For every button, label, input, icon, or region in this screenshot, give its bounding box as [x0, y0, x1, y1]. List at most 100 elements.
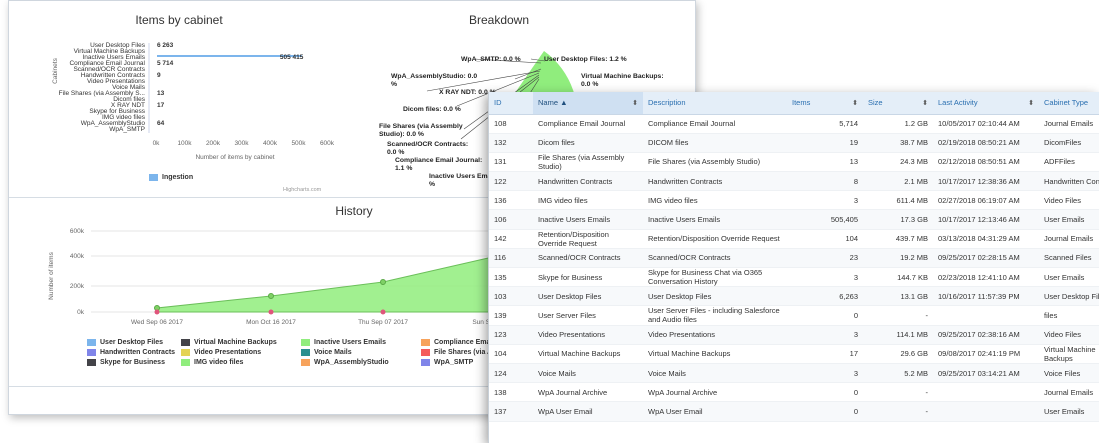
sort-icon[interactable]: ⬍: [632, 99, 638, 107]
highcharts-credit[interactable]: Highcharts.com: [283, 187, 321, 193]
legend-swatch: [87, 349, 96, 356]
column-header-size[interactable]: Size ⬍: [863, 92, 933, 115]
pie-label-compliance-email-journal: Compliance Email Journal:: [395, 157, 482, 164]
history-legend-item[interactable]: Skype for Business: [87, 359, 165, 366]
sort-icon[interactable]: ⬍: [1028, 99, 1034, 107]
table-row[interactable]: 132 Dicom files DICOM files 19 38.7 MB 02/19/…: [489, 133, 1099, 153]
column-header-cabinet-type[interactable]: Cabinet Type: [1039, 92, 1099, 115]
legend-swatch: [301, 339, 310, 346]
cell-description: Video Presentations: [643, 325, 787, 345]
cell-cabinet-type: Video Files: [1039, 190, 1099, 211]
table-row[interactable]: 103 User Desktop Files User Desktop Files 6…: [489, 286, 1099, 307]
table-row[interactable]: 137 WpA User Email WpA User Email 0- User Em…: [489, 401, 1099, 422]
history-baseline-point[interactable]: [268, 309, 274, 315]
cell-items: 19: [787, 133, 863, 153]
cell-name: Skype for Business: [533, 267, 643, 288]
cell-name: Dicom files: [533, 133, 643, 153]
column-header-description[interactable]: Description: [643, 92, 787, 115]
table-row[interactable]: 136 IMG video files IMG video files 3 611.4 …: [489, 190, 1099, 211]
table-row[interactable]: 108 Compliance Email Journal Compliance Em…: [489, 114, 1099, 134]
history-data-point[interactable]: [380, 279, 386, 285]
cell-last-activity: 09/25/2017 02:28:15 AM: [933, 248, 1039, 269]
cabinet-legend-ingestion[interactable]: Ingestion: [149, 174, 193, 181]
table-row[interactable]: 138 WpA Journal Archive WpA Journal Archiv…: [489, 382, 1099, 403]
cabinet-bar-chart: Cabinets User Desktop FilesVirtual Machi…: [52, 42, 335, 161]
cell-name: Inactive Users Emails: [533, 209, 643, 230]
cell-items: 0: [787, 382, 863, 403]
history-legend-item[interactable]: Handwritten Contracts: [87, 349, 175, 356]
cell-size: 144.7 KB: [863, 267, 933, 288]
cell-size: 38.7 MB: [863, 133, 933, 153]
cell-description: WpA Journal Archive: [643, 382, 787, 403]
cell-description: DICOM files: [643, 133, 787, 153]
table-row[interactable]: 135 Skype for Business Skype for Business …: [489, 267, 1099, 288]
cell-last-activity: [933, 305, 1039, 326]
history-legend-item[interactable]: Video Presentations: [181, 349, 261, 356]
legend-swatch: [87, 359, 96, 366]
cell-items: 3: [787, 325, 863, 345]
history-baseline-point[interactable]: [154, 309, 160, 315]
cell-size: -: [863, 382, 933, 403]
table-row[interactable]: 106 Inactive Users Emails Inactive Users E…: [489, 209, 1099, 230]
legend-swatch: [301, 359, 310, 366]
history-legend-item[interactable]: IMG video files: [181, 359, 243, 366]
sort-icon[interactable]: ⬍: [922, 99, 928, 107]
pie-label-virtual-machine-backups: Virtual Machine Backups:: [581, 73, 664, 80]
column-header-last-activity[interactable]: Last Activity ⬍: [933, 92, 1039, 115]
cell-id: 136: [489, 190, 533, 211]
column-header-id[interactable]: ID: [489, 92, 533, 115]
table-row[interactable]: 122 Handwritten Contracts Handwritten Cont…: [489, 171, 1099, 192]
history-x-tick: Wed Sep 06 2017: [131, 319, 183, 326]
table-row[interactable]: 139 User Server Files User Server Files - …: [489, 305, 1099, 326]
cell-size: 17.3 GB: [863, 209, 933, 230]
cell-last-activity: 02/19/2018 08:50:21 AM: [933, 133, 1039, 153]
pie-label-dicom-files: Dicom files: 0.0 %: [403, 106, 461, 113]
cell-cabinet-type: User Emails: [1039, 267, 1099, 288]
cell-name: Virtual Machine Backups: [533, 344, 643, 364]
cabinet-x-tick: 500k: [291, 140, 306, 147]
cell-id: 123: [489, 325, 533, 345]
cabinet-x-tick: 0k: [153, 140, 161, 147]
legend-swatch: [181, 349, 190, 356]
cell-name: WpA Journal Archive: [533, 382, 643, 403]
history-legend-item[interactable]: Virtual Machine Backups: [181, 339, 277, 346]
column-header-name[interactable]: Name ▲ ⬍: [533, 92, 643, 115]
cell-items: 3: [787, 267, 863, 288]
history-legend-item[interactable]: WpA_AssemblyStudio: [301, 359, 389, 366]
cell-description: User Server Files - including Salesforce…: [643, 305, 787, 326]
cell-cabinet-type: Journal Emails: [1039, 229, 1099, 249]
sort-icon[interactable]: ⬍: [852, 99, 858, 107]
cell-cabinet-type: Virtual Machine Backups: [1039, 344, 1099, 364]
table-row[interactable]: 123 Video Presentations Video Presentation…: [489, 325, 1099, 345]
table-row[interactable]: 124 Voice Mails Voice Mails 3 5.2 MB 09/25/20…: [489, 363, 1099, 384]
cell-id: 132: [489, 133, 533, 153]
history-legend-item[interactable]: WpA_SMTP: [421, 359, 473, 366]
cell-id: 131: [489, 152, 533, 173]
history-data-point[interactable]: [268, 293, 274, 299]
cabinet-x-axis-label: Number of items by cabinet: [195, 154, 274, 161]
column-header-items[interactable]: Items ⬍: [787, 92, 863, 115]
history-legend-item[interactable]: Voice Mails: [301, 349, 352, 356]
cell-cabinet-type: User Desktop Files: [1039, 286, 1099, 307]
table-row[interactable]: 142 Retention/Disposition Override Reques…: [489, 229, 1099, 249]
history-legend-item[interactable]: User Desktop Files: [87, 339, 163, 346]
cell-description: Inactive Users Emails: [643, 209, 787, 230]
pie-label-user-desktop-files: User Desktop Files: 1.2 %: [544, 56, 627, 63]
history-baseline-point[interactable]: [380, 309, 386, 315]
cell-cabinet-type: DicomFiles: [1039, 133, 1099, 153]
cabinet-value-label: 505 415: [280, 54, 304, 61]
cabinet-y-axis-label: Cabinets: [52, 57, 59, 83]
cell-name: User Server Files: [533, 305, 643, 326]
history-legend-item[interactable]: Inactive Users Emails: [301, 339, 386, 346]
legend-label: Voice Mails: [314, 349, 352, 356]
cell-size: 5.2 MB: [863, 363, 933, 384]
cell-items: 13: [787, 152, 863, 173]
legend-swatch: [87, 339, 96, 346]
cell-cabinet-type: Journal Emails: [1039, 114, 1099, 134]
cell-description: Handwritten Contracts: [643, 171, 787, 192]
table-row[interactable]: 116 Scanned/OCR Contracts Scanned/OCR Cont…: [489, 248, 1099, 269]
pie-label-compliance-email-journal-pct: 1.1 %: [395, 165, 412, 172]
table-row[interactable]: 131 File Shares (via Assembly Studio) File…: [489, 152, 1099, 173]
table-row[interactable]: 104 Virtual Machine Backups Virtual Machin…: [489, 344, 1099, 364]
cell-id: 124: [489, 363, 533, 384]
